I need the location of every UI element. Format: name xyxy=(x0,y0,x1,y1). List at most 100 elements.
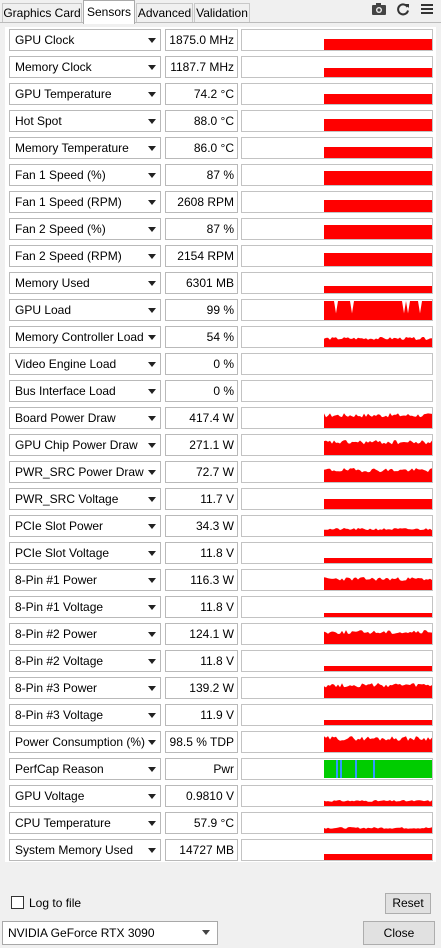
sensor-graph-area xyxy=(324,736,432,752)
toolbar-icons xyxy=(371,1,435,17)
perfcap-marker xyxy=(373,760,375,778)
sensor-label-select[interactable]: GPU Voltage xyxy=(9,785,161,807)
sensor-graph-svg xyxy=(324,468,432,482)
sensor-graph-area xyxy=(324,200,432,212)
sensor-value: 139.2 W xyxy=(165,677,238,699)
sensor-row: GPU Chip Power Draw 271.1 W xyxy=(5,432,436,458)
sensor-value: 6301 MB xyxy=(165,272,238,294)
sensor-row: PerfCap Reason Pwr xyxy=(5,756,436,782)
dropdown-arrow-icon xyxy=(148,38,156,43)
sensor-label: System Memory Used xyxy=(15,843,134,857)
tab-sensors[interactable]: Sensors xyxy=(83,0,135,24)
sensor-graph-svg xyxy=(324,760,432,778)
close-button[interactable]: Close xyxy=(363,921,435,945)
sensor-row: Fan 2 Speed (%) 87 % xyxy=(5,216,436,242)
sensor-label-select[interactable]: PWR_SRC Voltage xyxy=(9,488,161,510)
sensor-value: 11.8 V xyxy=(165,542,238,564)
sensor-graph xyxy=(241,623,433,645)
sensor-label: PCIe Slot Power xyxy=(15,519,104,533)
gpu-select[interactable]: NVIDIA GeForce RTX 3090 xyxy=(2,921,218,945)
sensor-value: 1875.0 MHz xyxy=(165,29,238,51)
sensor-graph-area xyxy=(324,630,432,644)
refresh-icon[interactable] xyxy=(395,1,411,17)
sensor-label-select[interactable]: 8-Pin #3 Voltage xyxy=(9,704,161,726)
sensor-label: Memory Clock xyxy=(15,60,92,74)
dropdown-arrow-icon xyxy=(148,335,156,340)
sensor-label-select[interactable]: Fan 1 Speed (RPM) xyxy=(9,191,161,213)
sensor-label-select[interactable]: PWR_SRC Power Draw xyxy=(9,461,161,483)
sensor-label-select[interactable]: GPU Clock xyxy=(9,29,161,51)
sensor-label-select[interactable]: Fan 2 Speed (RPM) xyxy=(9,245,161,267)
sensor-label-select[interactable]: Fan 1 Speed (%) xyxy=(9,164,161,186)
sensor-label-select[interactable]: Hot Spot xyxy=(9,110,161,132)
sensor-label-select[interactable]: GPU Load xyxy=(9,299,161,321)
dropdown-arrow-icon xyxy=(148,794,156,799)
sensor-value: Pwr xyxy=(165,758,238,780)
sensor-label-select[interactable]: PerfCap Reason xyxy=(9,758,161,780)
tab-validation[interactable]: Validation xyxy=(194,3,250,22)
sensor-label-select[interactable]: Memory Used xyxy=(9,272,161,294)
sensor-graph xyxy=(241,758,433,780)
sensor-value: 11.8 V xyxy=(165,596,238,618)
sensor-graph xyxy=(241,812,433,834)
sensor-value: 271.1 W xyxy=(165,434,238,456)
sensor-label: PerfCap Reason xyxy=(15,762,104,776)
sensor-row: 8-Pin #3 Voltage 11.9 V xyxy=(5,702,436,728)
sensor-label-select[interactable]: Board Power Draw xyxy=(9,407,161,429)
sensor-graph-svg xyxy=(324,337,432,347)
sensor-label-select[interactable]: 8-Pin #2 Voltage xyxy=(9,650,161,672)
sensor-graph-area xyxy=(324,413,432,428)
reset-button[interactable]: Reset xyxy=(385,893,431,914)
sensor-graph xyxy=(241,353,433,375)
sensor-label-select[interactable]: Memory Controller Load xyxy=(9,326,161,348)
dropdown-arrow-icon xyxy=(148,443,156,448)
sensor-graph-area xyxy=(324,301,432,320)
dropdown-arrow-icon xyxy=(148,659,156,664)
sensor-label-select[interactable]: GPU Chip Power Draw xyxy=(9,434,161,456)
sensor-graph xyxy=(241,326,433,348)
sensor-graph-area xyxy=(324,225,432,239)
tab-advanced[interactable]: Advanced xyxy=(136,3,193,22)
sensor-label: Power Consumption (%) xyxy=(15,735,146,749)
sensor-graph-area xyxy=(324,720,432,725)
menu-icon[interactable] xyxy=(419,1,435,17)
sensor-graph-area xyxy=(324,528,432,536)
sensor-label-select[interactable]: Bus Interface Load xyxy=(9,380,161,402)
sensor-value: 74.2 °C xyxy=(165,83,238,105)
sensor-label-select[interactable]: PCIe Slot Power xyxy=(9,515,161,537)
sensor-graph-area xyxy=(324,286,432,293)
sensor-graph-svg xyxy=(324,666,432,671)
sensor-graph-svg xyxy=(324,736,432,752)
sensor-label-select[interactable]: Video Engine Load xyxy=(9,353,161,375)
tab-graphics-card[interactable]: Graphics Card xyxy=(2,3,82,22)
sensor-graph-area xyxy=(324,468,432,482)
sensor-label-select[interactable]: 8-Pin #3 Power xyxy=(9,677,161,699)
sensor-label-select[interactable]: 8-Pin #1 Voltage xyxy=(9,596,161,618)
sensor-label: CPU Temperature xyxy=(15,816,111,830)
log-to-file-checkbox[interactable] xyxy=(11,896,24,909)
sensor-label: Board Power Draw xyxy=(15,411,116,425)
sensor-label-select[interactable]: 8-Pin #1 Power xyxy=(9,569,161,591)
sensor-row: CPU Temperature 57.9 °C xyxy=(5,810,436,836)
sensor-label: PCIe Slot Voltage xyxy=(15,546,110,560)
camera-icon[interactable] xyxy=(371,1,387,17)
sensor-label-select[interactable]: Fan 2 Speed (%) xyxy=(9,218,161,240)
sensor-graph xyxy=(241,272,433,294)
sensor-label-select[interactable]: CPU Temperature xyxy=(9,812,161,834)
sensor-value: 98.5 % TDP xyxy=(165,731,238,753)
sensor-label-select[interactable]: System Memory Used xyxy=(9,839,161,861)
sensor-label-select[interactable]: Memory Temperature xyxy=(9,137,161,159)
sensor-label-select[interactable]: PCIe Slot Voltage xyxy=(9,542,161,564)
perfcap-marker xyxy=(340,760,342,778)
sensor-graph-svg xyxy=(324,253,432,266)
sensor-row: Fan 1 Speed (RPM) 2608 RPM xyxy=(5,189,436,215)
sensor-graph-svg xyxy=(324,630,432,644)
sensor-label-select[interactable]: Power Consumption (%) xyxy=(9,731,161,753)
sensor-value: 2154 RPM xyxy=(165,245,238,267)
sensor-label-select[interactable]: Memory Clock xyxy=(9,56,161,78)
sensor-value: 0 % xyxy=(165,380,238,402)
sensor-label-select[interactable]: GPU Temperature xyxy=(9,83,161,105)
sensor-label-select[interactable]: 8-Pin #2 Power xyxy=(9,623,161,645)
sensor-list: GPU Clock 1875.0 MHz Memory Clock 1187.7 MH… xyxy=(5,27,436,862)
perfcap-marker xyxy=(355,760,357,778)
